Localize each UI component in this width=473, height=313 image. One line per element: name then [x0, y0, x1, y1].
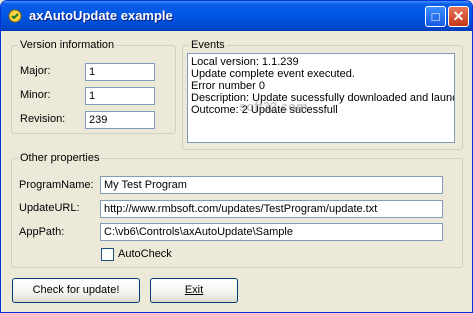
minor-label: Minor: [20, 89, 51, 101]
close-button[interactable]: ✕ [448, 6, 469, 27]
minor-field[interactable]: 1 [85, 87, 155, 105]
check-for-update-button[interactable]: Check for update! [12, 278, 140, 303]
events-log-line: Description: Update sucessfully download… [191, 92, 455, 104]
maximize-icon: □ [431, 9, 440, 24]
events-log-line: Error number 0 [191, 80, 265, 92]
title-bar[interactable]: axAutoUpdate example □ ✕ [1, 1, 472, 31]
autocheck-checkbox[interactable] [101, 248, 114, 261]
update-url-field[interactable]: http://www.rmbsoft.com/updates/TestProgr… [100, 200, 443, 218]
program-name-label: ProgramName: [19, 179, 94, 191]
events-log-line: Local version: 1.1.239 [191, 56, 299, 68]
other-properties-legend: Other properties [18, 152, 102, 164]
major-field[interactable]: 1 [85, 63, 155, 81]
events-log-line: Update complete event executed. [191, 68, 355, 80]
app-icon [8, 9, 22, 23]
revision-field[interactable]: 239 [85, 111, 155, 129]
app-path-field[interactable]: C:\vb6\Controls\axAutoUpdate\Sample [100, 223, 443, 241]
revision-label: Revision: [20, 113, 66, 125]
maximize-button[interactable]: □ [425, 6, 446, 27]
close-icon: ✕ [452, 8, 465, 24]
autocheck-label[interactable]: AutoCheck [118, 248, 172, 260]
main-window: axAutoUpdate example □ ✕ Version informa… [0, 0, 473, 313]
app-path-label: AppPath: [19, 226, 65, 238]
events-log[interactable]: Local version: 1.1.239 Update complete e… [187, 53, 455, 143]
window-title: axAutoUpdate example [29, 8, 173, 23]
events-legend: Events [189, 39, 227, 51]
events-log-line: Outcome: 2 Update sucessfull [191, 104, 338, 116]
update-url-label: UpdateURL: [19, 202, 80, 214]
exit-label: Exit [184, 284, 204, 296]
watermark: soft32.com [239, 99, 308, 114]
exit-button[interactable]: Exit [150, 278, 238, 303]
program-name-field[interactable]: My Test Program [100, 176, 443, 194]
major-label: Major: [20, 65, 51, 77]
version-info-legend: Version information [18, 39, 117, 51]
